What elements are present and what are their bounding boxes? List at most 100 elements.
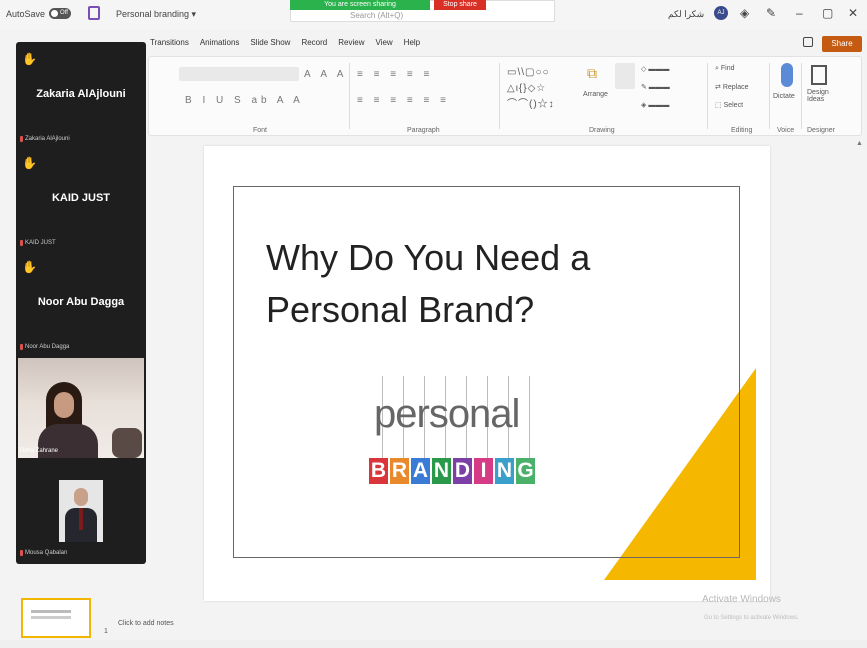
slide-thumbnail[interactable] — [21, 598, 91, 638]
tab-review[interactable]: Review — [338, 38, 364, 47]
tab-record[interactable]: Record — [301, 38, 327, 47]
status-bar — [0, 640, 867, 648]
tab-help[interactable]: Help — [404, 38, 420, 47]
shape-fill-icon[interactable]: ◇ ▬▬▬ — [641, 65, 669, 73]
participant-label: Zakaria AlAjlouni — [20, 136, 70, 142]
select-label: Select — [723, 102, 744, 109]
video-person-face — [54, 392, 74, 418]
restore-icon[interactable]: ▢ — [822, 6, 833, 20]
font-format-buttons[interactable]: B I U S ab A A — [185, 95, 304, 106]
logo-letter-tile: N — [432, 458, 451, 484]
group-font-label: Font — [253, 127, 268, 134]
pen-icon[interactable]: ✎ — [766, 6, 776, 20]
activate-windows-watermark: Activate Windows — [702, 594, 781, 605]
participant-label: KAID JUST — [20, 240, 56, 246]
logo-letter-tile: B — [369, 458, 388, 484]
participant-name: Zakaria AlAjlouni — [36, 88, 126, 100]
dictate-label[interactable]: Dictate — [773, 93, 795, 100]
raised-hand-icon: ✋ — [22, 260, 37, 274]
logo-letter-tile: N — [495, 458, 514, 484]
ribbon-divider — [801, 63, 802, 129]
participant-label: Mousa Qabalan — [20, 550, 67, 556]
design-ideas-label[interactable]: Design Ideas — [807, 89, 837, 103]
logo-branding-word: BRANDING — [369, 458, 535, 484]
video-background — [112, 428, 142, 458]
participant-label: Noor Abu Dagga — [20, 344, 69, 350]
participant-tile[interactable]: ✋ Zakaria AlAjlouni Zakaria AlAjlouni — [16, 42, 146, 146]
group-designer-label: Designer — [807, 127, 836, 134]
ribbon-divider — [707, 63, 708, 129]
group-drawing-label: Drawing — [589, 127, 615, 134]
tab-slide-show[interactable]: Slide Show — [250, 38, 290, 47]
avatar[interactable]: AJ — [714, 6, 728, 20]
scroll-up-icon[interactable]: ▲ — [856, 140, 863, 147]
screen-sharing-indicator: You are screen sharing — [290, 0, 430, 10]
participant-label-text: Dima Zahrane — [20, 448, 59, 454]
save-icon[interactable] — [88, 6, 100, 20]
participant-tile[interactable]: ✋ KAID JUST KAID JUST — [16, 146, 146, 250]
ribbon-divider — [349, 63, 350, 129]
autosave-switch[interactable]: Off — [49, 8, 72, 19]
muted-mic-icon — [20, 344, 23, 350]
tab-transitions[interactable]: Transitions — [150, 38, 189, 47]
slide-canvas[interactable]: Why Do You Need a Personal Brand? person… — [204, 146, 770, 601]
comments-icon[interactable] — [803, 37, 813, 47]
participant-tile[interactable]: ✋ Noor Abu Dagga Noor Abu Dagga — [16, 250, 146, 354]
close-icon[interactable]: ✕ — [848, 6, 858, 20]
designer-icon[interactable] — [811, 65, 827, 85]
muted-mic-icon — [20, 240, 23, 246]
participant-label: Dima Zahrane — [20, 448, 58, 454]
logo-personal-word: personal — [374, 392, 520, 436]
select-button[interactable]: ⬚ Select — [715, 101, 743, 109]
participant-label-text: KAID JUST — [25, 240, 56, 246]
participant-video[interactable]: Dima Zahrane — [18, 358, 144, 458]
shapes-gallery[interactable]: ▭\\▢○○ △ι{}◇☆ ⌒⌒()☆↕ — [507, 65, 577, 115]
minimize-icon[interactable]: – — [796, 6, 803, 20]
slide-number: 1 — [104, 628, 108, 635]
title-bar: AutoSave Off Personal branding ▾ You are… — [0, 0, 867, 30]
logo-letter-tile: R — [390, 458, 409, 484]
arrange-label[interactable]: Arrange — [583, 91, 608, 98]
find-label: Find — [720, 65, 735, 72]
list-buttons[interactable]: ≡ ≡ ≡ ≡ ≡ — [357, 69, 433, 80]
stop-share-button[interactable]: Stop share — [434, 0, 486, 10]
logo-letter-tile: I — [474, 458, 493, 484]
notes-placeholder[interactable]: Click to add notes — [118, 620, 174, 627]
raised-hand-icon: ✋ — [22, 156, 37, 170]
shape-effects-icon[interactable]: ◈ ▬▬▬ — [641, 101, 669, 109]
participant-label-text: Mousa Qabalan — [25, 550, 68, 556]
muted-mic-icon — [20, 550, 23, 556]
search-placeholder: Search (Alt+Q) — [350, 11, 404, 20]
font-size-buttons[interactable]: A A A — [304, 69, 347, 80]
document-title[interactable]: Personal branding ▾ — [116, 9, 196, 20]
user-name[interactable]: شكرا لكم — [668, 9, 704, 20]
participant-video[interactable] — [59, 480, 103, 542]
arrange-icon[interactable]: ⧉ — [587, 65, 597, 82]
tab-animations[interactable]: Animations — [200, 38, 240, 47]
participant-name: KAID JUST — [51, 192, 111, 204]
thumbnail-text-lines — [31, 610, 71, 613]
autosave-label: AutoSave — [6, 8, 46, 19]
microphone-icon[interactable] — [781, 63, 793, 87]
autosave-toggle[interactable]: AutoSave Off — [6, 8, 72, 19]
replace-label: Replace — [722, 84, 749, 91]
group-paragraph-label: Paragraph — [407, 127, 440, 134]
participant-label-text: Zakaria AlAjlouni — [25, 136, 70, 142]
font-name-box[interactable] — [179, 67, 299, 81]
copilot-icon[interactable]: ◈ — [740, 6, 749, 20]
participants-panel: ✋ Zakaria AlAjlouni Zakaria AlAjlouni ✋ … — [16, 42, 146, 564]
align-buttons[interactable]: ≡ ≡ ≡ ≡ ≡ ≡ — [357, 95, 450, 106]
slide-title[interactable]: Why Do You Need a Personal Brand? — [266, 232, 706, 336]
group-editing-label: Editing — [731, 127, 753, 134]
replace-button[interactable]: ⇄ Replace — [715, 83, 749, 91]
logo-letter-tile: G — [516, 458, 535, 484]
ribbon-divider — [499, 63, 500, 129]
find-button[interactable]: ⌕ Find — [715, 65, 735, 73]
group-voice-label: Voice — [777, 127, 795, 134]
ribbon-tabs: Transitions Animations Slide Show Record… — [150, 38, 420, 47]
shape-outline-icon[interactable]: ✎ ▬▬▬ — [641, 83, 670, 91]
logo-letter-tile: D — [453, 458, 472, 484]
quick-styles-icon[interactable] — [615, 63, 635, 89]
share-button[interactable]: Share — [822, 36, 862, 52]
tab-view[interactable]: View — [375, 38, 392, 47]
